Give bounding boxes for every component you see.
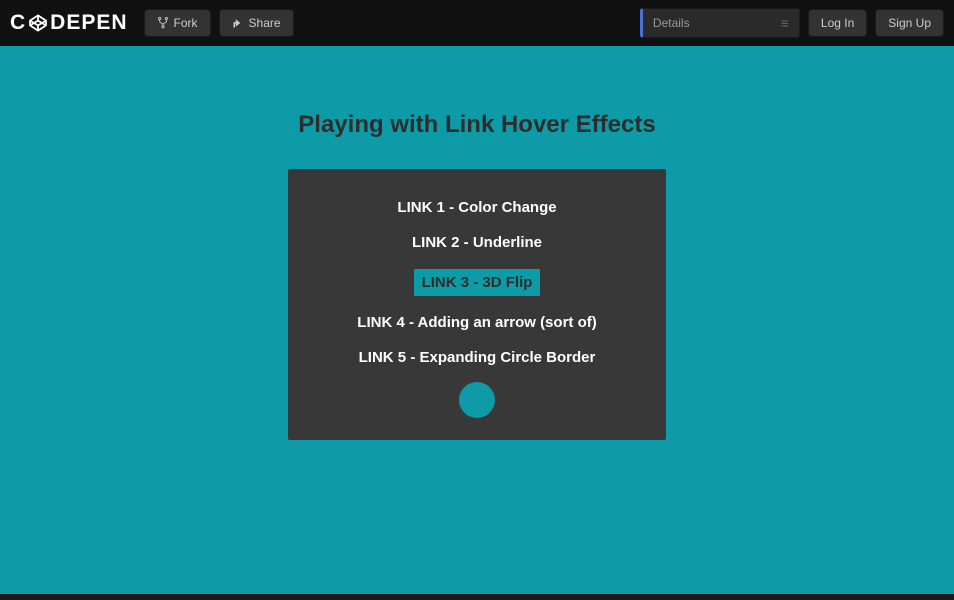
login-button[interactable]: Log In: [808, 9, 867, 37]
link-2-underline[interactable]: LINK 2 - Underline: [412, 234, 542, 251]
details-dropdown[interactable]: Details: [640, 8, 800, 38]
link-4-arrow[interactable]: LINK 4 - Adding an arrow (sort of): [357, 314, 596, 331]
expanding-circle-icon: [459, 382, 495, 418]
content-area: Playing with Link Hover Effects LINK 1 -…: [0, 46, 954, 594]
header-bar: C DEPEN Fork Share Details: [0, 0, 954, 46]
logo-text-left: C: [10, 11, 26, 35]
link-demo-box: LINK 1 - Color Change LINK 2 - Underline…: [288, 169, 666, 440]
codepen-logo[interactable]: C DEPEN: [10, 11, 128, 35]
logo-text-right: DEPEN: [50, 11, 127, 35]
link-1-color-change[interactable]: LINK 1 - Color Change: [397, 199, 556, 216]
signup-button[interactable]: Sign Up: [875, 9, 944, 37]
share-icon: [232, 17, 244, 29]
share-label: Share: [249, 16, 281, 30]
link-5-circle-border[interactable]: LINK 5 - Expanding Circle Border: [359, 349, 596, 366]
link-5-wrapper: LINK 5 - Expanding Circle Border: [359, 349, 596, 418]
share-button[interactable]: Share: [219, 9, 294, 37]
login-label: Log In: [821, 16, 854, 30]
signup-label: Sign Up: [888, 16, 931, 30]
page-title: Playing with Link Hover Effects: [298, 111, 655, 139]
fork-label: Fork: [174, 16, 198, 30]
logo-cube-icon: [27, 12, 49, 34]
fork-icon: [157, 17, 169, 29]
footer-bar: [0, 594, 954, 600]
link-3-3d-flip[interactable]: LINK 3 - 3D Flip: [414, 269, 541, 296]
details-label: Details: [653, 16, 690, 30]
fork-button[interactable]: Fork: [144, 9, 211, 37]
